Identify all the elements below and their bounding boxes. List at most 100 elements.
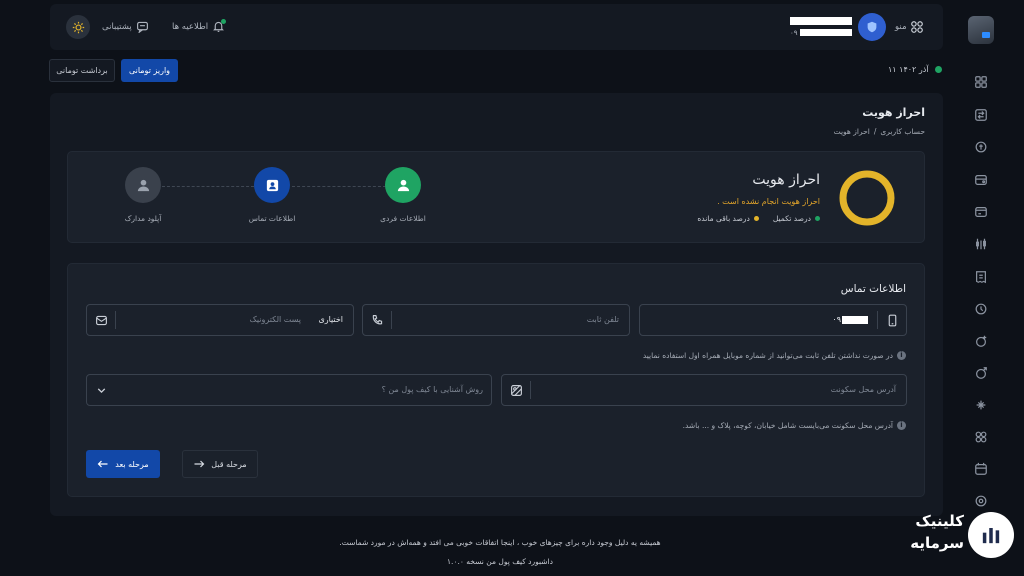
- legend-remaining-dot: [753, 216, 759, 221]
- notifications-label: اطلاعیه ها: [172, 21, 209, 32]
- status-message: احراز هویت انجام نشده است .: [717, 197, 820, 206]
- address-note: i آدرس محل سکونت می‌بایست شامل خیابان، ک…: [683, 421, 906, 430]
- date-indicator: ۱۱ آذر ۱۴۰۲: [888, 65, 942, 74]
- avatar[interactable]: [858, 13, 886, 41]
- step-connector-1: [162, 186, 254, 187]
- card-icon[interactable]: [972, 203, 990, 221]
- coin-plus-icon[interactable]: [972, 332, 990, 350]
- step-upload-documents-label: آپلود مدارک: [124, 214, 162, 223]
- contact-form-card: اطلاعات تماس ۰۹ تلفن ثابت اختیاری پست ال…: [67, 263, 925, 497]
- settings-icon[interactable]: [972, 492, 990, 510]
- dashboard-icon[interactable]: [972, 73, 990, 91]
- calendar-icon[interactable]: [972, 460, 990, 478]
- email-placeholder: پست الکترونیک: [249, 315, 301, 324]
- next-step-button[interactable]: مرحله بعد: [86, 450, 160, 478]
- page-title: احراز هویت: [862, 106, 925, 119]
- legend-complete-dot: [815, 216, 820, 221]
- footer-version: داشبورد کیف پول من نسخه ۱.۰.۰: [447, 557, 553, 566]
- user-pending-icon: [137, 179, 149, 191]
- deposit-button[interactable]: واریز تومانی: [121, 59, 178, 82]
- history-icon[interactable]: [972, 300, 990, 318]
- address-field[interactable]: آدرس محل سکونت: [501, 374, 907, 406]
- theme-toggle[interactable]: [66, 15, 90, 39]
- chat-icon: [136, 21, 148, 33]
- step-contact-info-label: اطلاعات تماس: [248, 214, 296, 223]
- main-panel: احراز هویت حساب کاربری / احراز هویت احرا…: [50, 93, 943, 516]
- legend-complete: درصد تکمیل: [773, 214, 820, 223]
- breadcrumb: حساب کاربری / احراز هویت: [834, 127, 925, 136]
- username-redacted: [790, 17, 852, 25]
- receipt-icon[interactable]: [972, 268, 990, 286]
- address-note-text: آدرس محل سکونت می‌بایست شامل خیابان، کوچ…: [682, 421, 893, 430]
- progress-legend: درصد تکمیل درصد باقی مانده: [697, 214, 820, 223]
- watermark-line1: کلینیک: [915, 512, 964, 530]
- sidebar: [958, 0, 1024, 576]
- support-label: پشتیبانی: [102, 21, 132, 32]
- user-phone: ۰۹: [790, 28, 852, 37]
- info-icon: i: [897, 351, 906, 360]
- address-placeholder: آدرس محل سکونت: [830, 385, 896, 394]
- top-header: پشتیبانی اطلاعیه ها ۰۹ منو: [50, 4, 943, 50]
- legend-remaining-label: درصد باقی مانده: [697, 214, 750, 223]
- network-icon[interactable]: [972, 428, 990, 446]
- step-connector-2: [292, 186, 386, 187]
- user-icon: [397, 179, 409, 191]
- sun-icon: [72, 21, 84, 33]
- exchange-icon[interactable]: [972, 106, 990, 124]
- legend-remaining: درصد باقی مانده: [697, 214, 759, 223]
- mobile-icon: [878, 305, 906, 335]
- wallet-icon[interactable]: [972, 171, 990, 189]
- watermark-chart-icon: [982, 528, 1000, 544]
- progress-ring-track: [839, 170, 895, 226]
- notification-dot: [221, 19, 227, 24]
- watermark: کلینیک سرمایه: [892, 510, 1018, 562]
- acquaintance-select[interactable]: روش آشنایی با کیف پول من ؟: [86, 374, 492, 406]
- mobile-field[interactable]: ۰۹: [639, 304, 907, 336]
- gift-icon[interactable]: [972, 396, 990, 414]
- breadcrumb-account[interactable]: حساب کاربری: [880, 127, 925, 136]
- date-label: ۱۱ آذر ۱۴۰۲: [888, 65, 929, 74]
- chart-icon[interactable]: [972, 235, 990, 253]
- coin-arrow-icon[interactable]: [972, 364, 990, 382]
- menu-label: منو: [895, 22, 907, 32]
- landline-note: i در صورت نداشتن تلفن ثابت می‌توانید از …: [643, 351, 906, 360]
- support-link[interactable]: پشتیبانی: [102, 20, 149, 33]
- contact-badge-icon: [266, 179, 278, 191]
- step-upload-documents[interactable]: [125, 167, 161, 203]
- menu-button[interactable]: منو: [895, 20, 924, 34]
- map-icon: [502, 375, 530, 405]
- info-icon: i: [897, 421, 906, 430]
- step-contact-info[interactable]: [254, 167, 290, 203]
- mobile-prefix: ۰۹: [832, 315, 841, 324]
- legend-complete-label: درصد تکمیل: [772, 214, 811, 223]
- progress-ring: [839, 170, 895, 226]
- next-step-label: مرحله بعد: [115, 459, 149, 469]
- watermark-line2: سرمایه: [910, 534, 964, 552]
- withdraw-button[interactable]: برداشت تومانی: [49, 59, 115, 82]
- email-field[interactable]: اختیاری پست الکترونیک: [86, 304, 354, 336]
- acquaintance-placeholder: روش آشنایی با کیف پول من ؟: [381, 385, 483, 394]
- online-status-dot: [934, 66, 942, 73]
- mobile-redacted: [842, 315, 868, 324]
- email-optional-label: اختیاری: [318, 315, 343, 324]
- watermark-logo: [968, 512, 1014, 558]
- coin-icon[interactable]: [972, 138, 990, 156]
- step-personal-info[interactable]: [385, 167, 421, 203]
- status-title: احراز هویت: [752, 172, 820, 188]
- prev-step-button[interactable]: مرحله قبل: [182, 450, 258, 478]
- mobile-value: ۰۹: [832, 315, 868, 324]
- app-logo[interactable]: [968, 16, 994, 44]
- avatar-shield-icon: [867, 21, 877, 33]
- user-phone-prefix: ۰۹: [790, 28, 798, 37]
- verification-status-card: احراز هویت احراز هویت انجام نشده است . د…: [67, 151, 925, 243]
- landline-field[interactable]: تلفن ثابت: [362, 304, 630, 336]
- grid-icon: [910, 21, 923, 33]
- chevron-down-icon: [87, 375, 115, 405]
- breadcrumb-separator: /: [873, 127, 877, 136]
- prev-step-label: مرحله قبل: [211, 459, 247, 469]
- step-personal-info-label: اطلاعات فردی: [380, 214, 426, 223]
- notifications-link[interactable]: اطلاعیه ها: [172, 19, 227, 33]
- user-phone-redacted: [799, 29, 852, 36]
- breadcrumb-current: احراز هویت: [833, 127, 870, 136]
- footer-tagline: همیشه یه دلیل وجود داره برای چیزهای خوب …: [339, 538, 661, 547]
